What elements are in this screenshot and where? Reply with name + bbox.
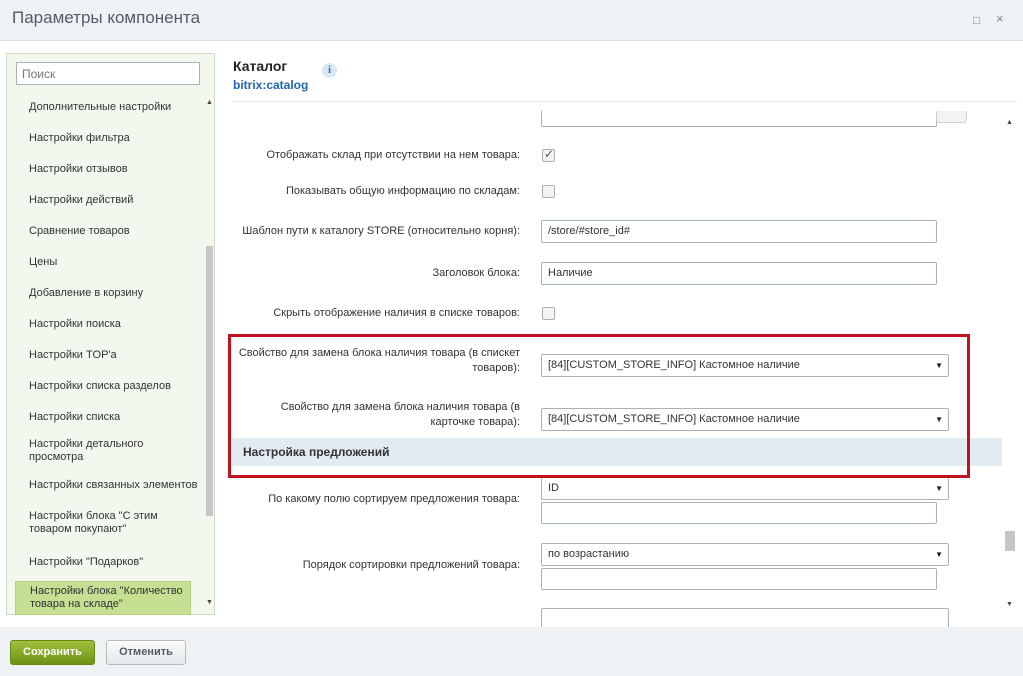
settings-sidebar: Дополнительные настройки Настройки фильтр… — [6, 53, 215, 615]
component-code: bitrix:catalog — [233, 78, 309, 92]
sidebar-item-label: Сравнение товаров — [29, 225, 130, 237]
prop-card-select[interactable]: [84][CUSTOM_STORE_INFO] Кастомное наличи… — [541, 408, 949, 431]
offers-section-header: Настройка предложений — [232, 438, 1002, 466]
field-label: Порядок сортировки предложений товара: — [302, 559, 520, 571]
select-value: [84][CUSTOM_STORE_INFO] Кастомное наличи… — [548, 413, 800, 425]
sidebar-item-label: Настройки "Подарков" — [29, 555, 144, 568]
save-button[interactable]: Сохранить — [10, 640, 95, 665]
scroll-up-icon[interactable]: ▲ — [206, 99, 213, 106]
component-title: Каталог — [233, 58, 288, 74]
settings-form: Отображать склад при отсутствии на нем т… — [232, 111, 1002, 656]
sort-order-select[interactable]: по возрастанию ▼ — [541, 543, 949, 566]
sidebar-item-label: Цены — [29, 256, 58, 268]
sidebar-item-label: Настройки действий — [29, 194, 134, 206]
select-value: [84][CUSTOM_STORE_INFO] Кастомное наличи… — [548, 359, 800, 371]
dropdown-arrow-icon: ▼ — [935, 484, 943, 493]
info-icon[interactable]: i — [322, 63, 337, 78]
sidebar-item[interactable]: Сравнение товаров — [7, 216, 203, 247]
sidebar-nav: Дополнительные настройки Настройки фильтр… — [7, 92, 203, 615]
select-value: ID — [548, 482, 559, 494]
dialog-body: Дополнительные настройки Настройки фильтр… — [0, 41, 1023, 631]
component-header: Каталог i bitrix:catalog — [232, 58, 1017, 102]
main-scrollbar[interactable]: ▲ ▼ — [1002, 119, 1017, 614]
window-titlebar: Параметры компонента □ × — [0, 0, 1023, 41]
store-path-input[interactable]: /store/#store_id# — [541, 220, 937, 243]
section-title: Настройка предложений — [243, 445, 390, 459]
sidebar-item[interactable]: Добавление в корзину — [7, 278, 203, 309]
sidebar-item[interactable]: Настройки TOP'а — [7, 340, 203, 371]
sidebar-item[interactable]: Настройки поиска — [7, 309, 203, 340]
sidebar-scrollbar[interactable]: ▲ ▼ — [204, 97, 214, 612]
scroll-down-icon[interactable]: ▼ — [206, 599, 213, 606]
sidebar-item[interactable]: Настройки списка — [7, 402, 203, 433]
sidebar-item[interactable]: Настройки списка разделов — [7, 371, 203, 402]
sidebar-item[interactable]: Настройки связанных элементов — [7, 468, 203, 503]
sidebar-item[interactable]: Настройки "Подарков" — [7, 543, 203, 581]
prop-list-select[interactable]: [84][CUSTOM_STORE_INFO] Кастомное наличи… — [541, 354, 949, 377]
dropdown-arrow-icon: ▼ — [935, 550, 943, 559]
field-label: Свойство для замена блока наличия товара… — [280, 401, 520, 428]
field-label: Шаблон пути к каталогу STORE (относитель… — [242, 225, 520, 237]
sidebar-item-label: Настройки списка — [29, 411, 121, 423]
sidebar-item-label: Настройки детального просмотра — [29, 437, 144, 463]
sidebar-item-label: Настройки фильтра — [29, 132, 130, 144]
sidebar-item[interactable]: Настройки детального просмотра — [7, 433, 203, 468]
field-label: По какому полю сортируем предложения тов… — [268, 493, 520, 505]
scroll-down-icon[interactable]: ▼ — [1006, 601, 1013, 608]
show-store-empty-checkbox[interactable] — [542, 147, 555, 162]
field-label: Отображать склад при отсутствии на нем т… — [266, 149, 520, 161]
sidebar-item[interactable]: Настройки действий — [7, 185, 203, 216]
sidebar-item[interactable]: Настройки отзывов — [7, 154, 203, 185]
partial-input[interactable] — [541, 111, 937, 127]
field-label: Показывать общую информацию по складам: — [285, 185, 520, 197]
dropdown-arrow-icon: ▼ — [935, 415, 943, 424]
sidebar-item-label: Настройки связанных элементов — [29, 479, 198, 491]
sidebar-item[interactable]: Дополнительные настройки — [7, 92, 203, 123]
sidebar-item[interactable]: Настройки блока "Количество товара на ск… — [15, 581, 191, 615]
sidebar-item-label: Настройки блока "Количество товара на ск… — [30, 585, 183, 610]
block-title-input[interactable]: Наличие — [541, 262, 937, 285]
sidebar-scroll-thumb[interactable] — [206, 246, 213, 516]
cancel-button[interactable]: Отменить — [106, 640, 186, 665]
field-label: Скрыть отображение наличия в списке това… — [273, 307, 520, 319]
show-general-info-checkbox[interactable] — [542, 185, 555, 198]
sidebar-item-label: Настройки TOP'а — [29, 349, 117, 361]
dropdown-arrow-icon: ▼ — [935, 361, 943, 370]
field-label: Свойство для замена блока наличия товара… — [238, 347, 520, 374]
sidebar-item-label: Настройки отзывов — [29, 163, 128, 175]
sidebar-item-label: Настройки поиска — [29, 318, 121, 330]
sidebar-item[interactable]: Цены — [7, 247, 203, 278]
sidebar-item-label: Добавление в корзину — [29, 287, 144, 299]
sidebar-item[interactable]: Настройки фильтра — [7, 123, 203, 154]
sidebar-item-label: Дополнительные настройки — [29, 101, 172, 113]
main-scroll-thumb[interactable] — [1005, 531, 1015, 551]
scroll-up-icon[interactable]: ▲ — [1006, 119, 1013, 126]
maximize-icon[interactable]: □ — [973, 13, 980, 27]
dialog-footer: Сохранить Отменить — [0, 627, 1023, 676]
sidebar-item-label: Настройки блока "С этим товаром покупают… — [29, 510, 158, 535]
sidebar-item[interactable]: Настройки блока "С этим товаром покупают… — [7, 503, 203, 543]
partial-button[interactable] — [936, 111, 967, 123]
select-value: по возрастанию — [548, 548, 630, 560]
field-label: Заголовок блока: — [432, 267, 520, 279]
sidebar-item-label: Настройки списка разделов — [29, 380, 171, 392]
sort-field-select[interactable]: ID ▼ — [541, 477, 949, 500]
sort-order-custom-input[interactable] — [541, 568, 937, 590]
sort-field-custom-input[interactable] — [541, 502, 937, 524]
search-input[interactable] — [16, 62, 200, 85]
window-title: Параметры компонента — [12, 8, 201, 27]
hide-in-list-checkbox[interactable] — [542, 307, 555, 320]
close-icon[interactable]: × — [996, 11, 1004, 26]
